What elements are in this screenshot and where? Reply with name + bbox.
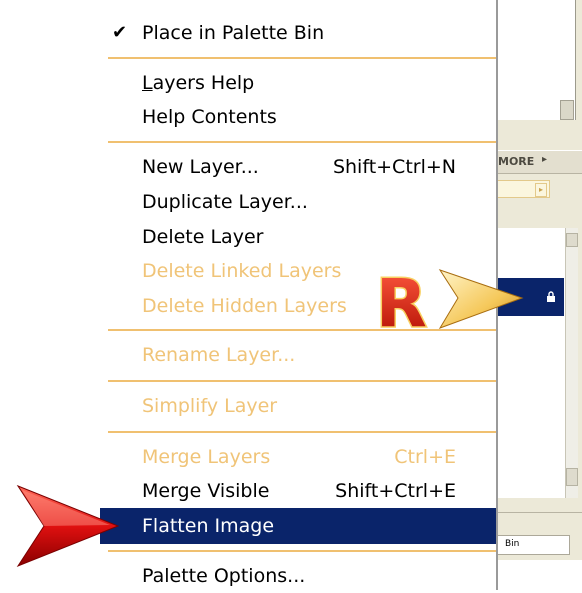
menu-item-help-contents[interactable]: Help Contents — [100, 100, 496, 134]
lock-icon[interactable] — [546, 291, 556, 302]
more-button[interactable]: MORE — [498, 155, 534, 168]
panel-divider — [490, 512, 582, 513]
menu-item-label: Merge Layers — [142, 446, 271, 468]
menu-item-label: Delete Linked Layers — [142, 260, 342, 282]
menu-item-layers-help[interactable]: Layers Help — [100, 66, 496, 100]
scroll-arrow-down[interactable] — [560, 100, 574, 120]
menu-item-label: Merge Visible — [142, 480, 270, 502]
menu-item-label: Flatten Image — [142, 515, 275, 537]
more-arrow-icon[interactable]: ▸ — [542, 154, 547, 165]
blend-mode-dropdown[interactable]: ▸ — [490, 180, 550, 198]
menu-item-simplify-layer: Simplify Layer — [100, 389, 496, 423]
menu-item-label: Delete Layer — [142, 226, 264, 248]
menu-separator — [108, 57, 496, 59]
menu-item-shortcut: Shift+Ctrl+E — [335, 480, 456, 502]
menu-item-place-in-palette-bin[interactable]: ✔ Place in Palette Bin — [100, 16, 496, 50]
menu-item-palette-options[interactable]: Palette Options... — [100, 559, 496, 593]
menu-item-merge-visible[interactable]: Merge Visible Shift+Ctrl+E — [100, 474, 496, 508]
menu-item-duplicate-layer[interactable]: Duplicate Layer... — [100, 185, 496, 219]
layer-list-scrollbar[interactable] — [565, 228, 578, 498]
menu-item-label: Layers Help — [142, 72, 255, 94]
menu-separator — [108, 550, 496, 552]
menu-item-label: Simplify Layer — [142, 395, 278, 417]
palette-bin-bar[interactable]: Bin — [490, 535, 570, 555]
menu-item-flatten-image[interactable]: Flatten Image — [100, 508, 496, 544]
menu-item-label: Duplicate Layer... — [142, 191, 308, 213]
menu-separator — [108, 380, 496, 382]
menu-separator — [108, 431, 496, 433]
menu-item-delete-layer[interactable]: Delete Layer — [100, 220, 496, 254]
scroll-up-button[interactable] — [566, 233, 578, 247]
menu-item-label: Delete Hidden Layers — [142, 295, 347, 317]
menu-item-label: Rename Layer... — [142, 344, 296, 366]
menu-item-label: Help Contents — [142, 106, 277, 128]
menu-item-rename-layer: Rename Layer... — [100, 338, 496, 372]
r-badge-arrow-icon: R — [375, 264, 524, 342]
menu-item-shortcut: Shift+Ctrl+N — [332, 156, 456, 178]
menu-item-label: Palette Options... — [142, 565, 306, 587]
menu-separator — [108, 141, 496, 143]
menu-item-label: Place in Palette Bin — [142, 22, 325, 44]
scroll-down-button[interactable] — [566, 468, 578, 486]
menu-item-shortcut: Ctrl+E — [394, 446, 456, 468]
checkmark-icon: ✔ — [112, 22, 128, 43]
red-pointer-arrow-icon — [16, 484, 120, 568]
menu-item-label: New Layer... — [142, 156, 259, 178]
bin-label: Bin — [505, 539, 520, 549]
palette-header-bar: MORE ▸ — [490, 150, 582, 174]
menu-item-merge-layers: Merge Layers Ctrl+E — [100, 440, 496, 474]
dropdown-arrow-icon[interactable]: ▸ — [535, 183, 547, 197]
badge-letter: R — [376, 265, 427, 342]
menu-item-new-layer[interactable]: New Layer... Shift+Ctrl+N — [100, 150, 496, 184]
